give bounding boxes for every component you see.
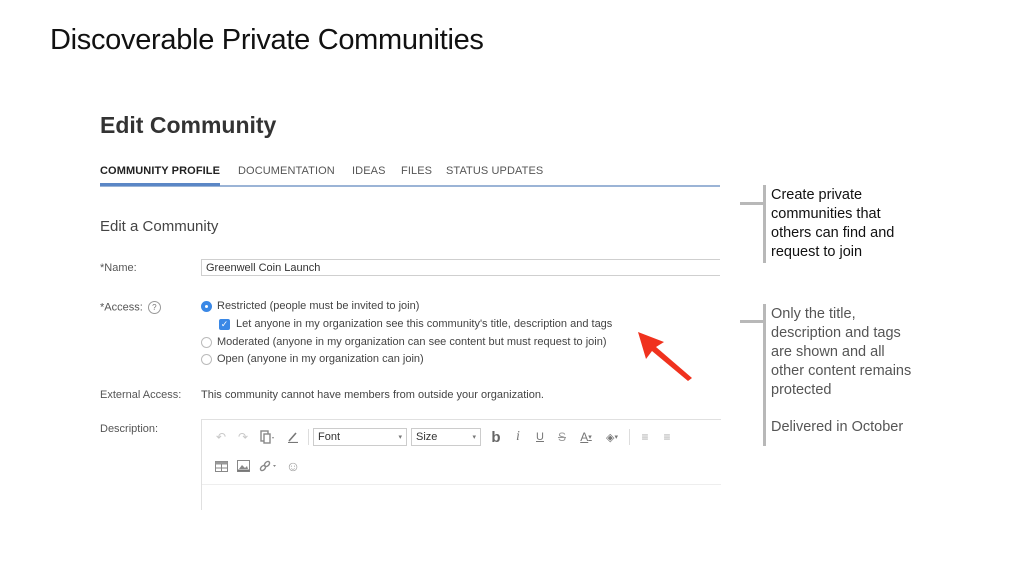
callout-connector	[740, 202, 765, 205]
highlight-color-icon[interactable]: ◈ ▾	[601, 428, 623, 446]
align-center-icon[interactable]: ≡	[658, 428, 676, 446]
tab-files[interactable]: FILES	[401, 165, 432, 183]
tab-ideas[interactable]: IDEAS	[352, 165, 386, 183]
paste-icon[interactable]	[256, 428, 280, 446]
editor-toolbar-row-2: ☺	[210, 454, 304, 478]
underline-icon[interactable]: U	[531, 428, 549, 446]
description-label: Description:	[100, 423, 159, 435]
highlight-glyph: ◈	[606, 431, 615, 444]
radio-icon[interactable]	[201, 336, 212, 348]
font-color-icon[interactable]: A ▾	[575, 428, 597, 446]
page-title: Edit Community	[100, 112, 277, 138]
format-painter-icon[interactable]	[284, 428, 302, 446]
access-option-restricted[interactable]: Restricted (people must be invited to jo…	[201, 300, 419, 312]
access-option-moderated[interactable]: Moderated (anyone in my organization can…	[201, 336, 607, 348]
checkbox-checked-icon[interactable]: ✓	[219, 318, 230, 330]
external-access-value: This community cannot have members from …	[201, 389, 544, 401]
strikethrough-icon[interactable]: S	[553, 428, 571, 446]
emoji-icon[interactable]: ☺	[284, 457, 302, 475]
discoverable-checkbox[interactable]: ✓ Let anyone in my organization see this…	[219, 318, 612, 330]
access-option-label: Open (anyone in my organization can join…	[217, 353, 424, 365]
align-left-icon[interactable]: ≡	[636, 428, 654, 446]
tab-community-profile[interactable]: COMMUNITY PROFILE	[100, 165, 221, 186]
font-color-glyph: A	[580, 430, 589, 444]
access-option-label: Moderated (anyone in my organization can…	[217, 336, 607, 348]
edit-community-panel: Edit Community COMMUNITY PROFILE DOCUMEN…	[100, 100, 721, 510]
callout-connector	[740, 320, 765, 323]
toolbar-separator	[629, 429, 630, 445]
tab-bar: COMMUNITY PROFILE DOCUMENTATION IDEAS FI…	[100, 165, 720, 187]
name-input[interactable]: Greenwell Coin Launch	[201, 259, 720, 276]
callout-bracket	[763, 185, 766, 263]
font-select-value: Font	[318, 431, 341, 443]
chevron-down-icon: ▾	[614, 434, 618, 441]
access-label-text: *Access:	[100, 301, 143, 314]
red-arrow-annotation	[638, 332, 692, 381]
toolbar-separator	[308, 429, 309, 445]
chevron-down-icon: ▾	[398, 434, 402, 441]
section-title: Edit a Community	[100, 218, 219, 235]
undo-icon[interactable]: ↶	[212, 428, 230, 446]
radio-icon-selected[interactable]	[201, 300, 212, 312]
external-access-label: External Access:	[100, 389, 182, 401]
tab-documentation[interactable]: DOCUMENTATION	[238, 165, 335, 183]
callout-text: Create private communities that others c…	[771, 187, 895, 260]
table-icon[interactable]	[212, 457, 230, 475]
image-icon[interactable]	[234, 457, 252, 475]
tab-status-updates[interactable]: STATUS UPDATES	[446, 165, 543, 183]
radio-icon[interactable]	[201, 353, 212, 365]
chevron-down-icon: ▾	[588, 434, 592, 441]
size-select[interactable]: Size ▾	[411, 428, 481, 446]
bold-icon[interactable]: b	[487, 428, 505, 446]
redo-icon[interactable]: ↷	[234, 428, 252, 446]
chevron-down-icon: ▾	[472, 434, 476, 441]
delivered-note: Delivered in October	[771, 419, 904, 435]
access-option-label: Restricted (people must be invited to jo…	[217, 300, 420, 312]
access-option-open[interactable]: Open (anyone in my organization can join…	[201, 353, 424, 365]
font-select[interactable]: Font ▾	[313, 428, 407, 446]
italic-icon[interactable]: i	[509, 428, 527, 446]
size-select-value: Size	[416, 431, 438, 443]
description-textarea[interactable]	[202, 484, 721, 510]
callout-text: Only the title, description and tags are…	[771, 306, 912, 398]
help-icon[interactable]: ?	[147, 301, 161, 314]
name-label: *Name:	[100, 262, 137, 274]
callout-bracket	[763, 304, 766, 446]
link-icon[interactable]	[256, 457, 280, 475]
editor-toolbar-row-1: ↶ ↷ Font ▾ Size ▾ b i U S A ▾ ◈ ▾ ≡ ≡	[210, 425, 678, 449]
slide-title: Discoverable Private Communities	[50, 24, 484, 56]
description-editor: ↶ ↷ Font ▾ Size ▾ b i U S A ▾ ◈ ▾ ≡ ≡ ☺	[201, 419, 721, 510]
discoverable-checkbox-label: Let anyone in my organization see this c…	[236, 318, 613, 330]
access-label: *Access: ?	[100, 301, 161, 314]
